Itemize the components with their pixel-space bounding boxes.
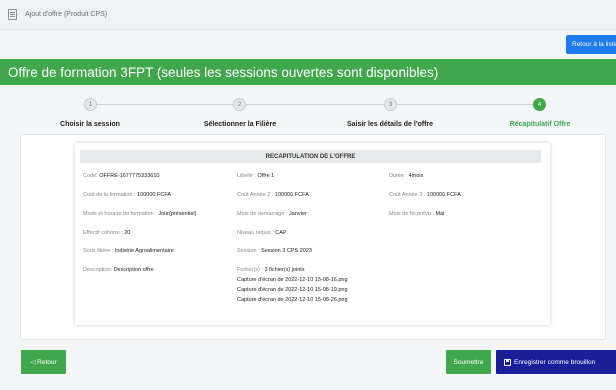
field-mois-demarrage: Mois de demarrage : Janvier: [237, 211, 307, 217]
field-mois-demarrage-label: Mois de demarrage :: [237, 211, 288, 217]
breadcrumb-text: Ajout d'offre (Produit CPS): [25, 11, 108, 18]
document-icon: [8, 9, 17, 20]
stepper-line: [91, 104, 540, 105]
field-cout-annee-2-value: 100000 FCFA: [274, 192, 309, 198]
field-mode-horaire-label: Mode et horaire de formation :: [83, 211, 157, 217]
field-cout-annee-3-label: Coût Année 3 :: [389, 192, 426, 198]
field-cout-formation-value: 100000 FCFA: [137, 192, 172, 198]
step-2-circle[interactable]: 2: [233, 98, 246, 111]
submit-button[interactable]: Soumettre: [446, 350, 491, 374]
field-effectif: Effectif cohorte : 20: [83, 230, 130, 236]
field-cout-annee-2: Coût Année 2 : 100000 FCFA: [237, 192, 309, 198]
step-4-label: Récapitulatif Offre: [509, 121, 571, 128]
attached-file-link[interactable]: Capture d'écran de 2022-12-10 15-08-26.p…: [237, 297, 348, 303]
step-1-label: Choisir la session: [60, 121, 120, 128]
field-fichiers-label: Fichier(s) :: [237, 267, 263, 273]
field-mois-fin-label: Mois de fin prévu :: [389, 211, 434, 217]
field-cout-annee-2-label: Coût Année 2 :: [237, 192, 274, 198]
retour-button[interactable]: ◁ Retour: [21, 350, 66, 374]
attached-file-link[interactable]: Capture d'écran de 2022-12-10 15-08-16.p…: [237, 277, 348, 283]
field-effectif-label: Effectif cohorte :: [83, 230, 123, 236]
field-mois-demarrage-value: Janvier: [288, 211, 307, 217]
step-3-circle[interactable]: 3: [384, 98, 397, 111]
field-sous-filiere: Sous filière : Indistrie Agroalimentaire: [83, 248, 174, 254]
breadcrumb: Ajout d'offre (Produit CPS): [0, 0, 616, 30]
field-duree-label: Durée :: [389, 173, 408, 179]
field-session-label: Session :: [237, 248, 260, 254]
back-to-list-button[interactable]: Retour à la liste: [566, 35, 616, 54]
field-duree-value: 4mois: [408, 173, 424, 179]
page-header: Offre de formation 3FPT (seules les sess…: [0, 59, 616, 85]
recap-title: RECAPITULATION DE L'OFFRE: [80, 150, 541, 163]
field-description-value: Description offre: [113, 267, 154, 273]
field-mode-horaire-value: Jour(présentiel): [158, 211, 197, 217]
field-niveau: Niveau requis : CAP: [237, 230, 287, 236]
field-code: Code: OFFRE-1677775333610: [83, 173, 159, 179]
field-mode-horaire: Mode et horaire de formation : Jour(prés…: [83, 211, 196, 217]
field-libelle-value: Offre 1: [257, 173, 275, 179]
field-mois-fin-value: Mai: [435, 211, 445, 217]
field-cout-formation-label: Coût de la formation :: [83, 192, 136, 198]
save-icon: [504, 358, 511, 366]
field-session-value: Session 3 CPS 2023: [261, 248, 312, 254]
field-niveau-label: Niveau requis :: [237, 230, 274, 236]
field-mois-fin: Mois de fin prévu : Mai: [389, 211, 444, 217]
attached-file-link[interactable]: Capture d'écran de 2022-12-10 15-08-19.p…: [237, 287, 348, 293]
field-sous-filiere-label: Sous filière :: [83, 248, 114, 254]
field-code-value: OFFRE-1677775333610: [99, 173, 160, 179]
field-libelle-label: Libellé :: [237, 173, 256, 179]
field-fichiers-value: 3 fichier(s) joints: [264, 267, 305, 273]
field-fichiers: Fichier(s) : 3 fichier(s) joints: [237, 267, 305, 273]
field-description-label: Description:: [83, 267, 113, 273]
field-niveau-value: CAP: [275, 230, 287, 236]
page-title: Offre de formation 3FPT (seules les sess…: [8, 64, 439, 80]
field-effectif-value: 20: [124, 230, 131, 236]
field-duree: Durée : 4mois: [389, 173, 423, 179]
field-sous-filiere-value: Indistrie Agroalimentaire: [114, 248, 174, 254]
step-4-circle[interactable]: 4: [533, 98, 546, 111]
field-cout-annee-3-value: 100000 FCFA: [426, 192, 461, 198]
save-draft-button[interactable]: Enregistrer comme brouillon: [496, 350, 616, 374]
field-cout-formation: Coût de la formation : 100000 FCFA: [83, 192, 171, 198]
save-draft-label: Enregistrer comme brouillon: [514, 358, 596, 366]
step-3-label: Saisir les détails de l'offre: [346, 121, 434, 128]
field-cout-annee-3: Coût Année 3 : 100000 FCFA: [389, 192, 461, 198]
step-2-label: Sélectionner la Filière: [203, 121, 277, 128]
field-code-label: Code:: [83, 173, 98, 179]
step-1-circle[interactable]: 1: [84, 98, 97, 111]
field-libelle: Libellé : Offre 1: [237, 173, 274, 179]
field-description: Description: Description offre: [83, 267, 154, 273]
field-session: Session : Session 3 CPS 2023: [237, 248, 312, 254]
